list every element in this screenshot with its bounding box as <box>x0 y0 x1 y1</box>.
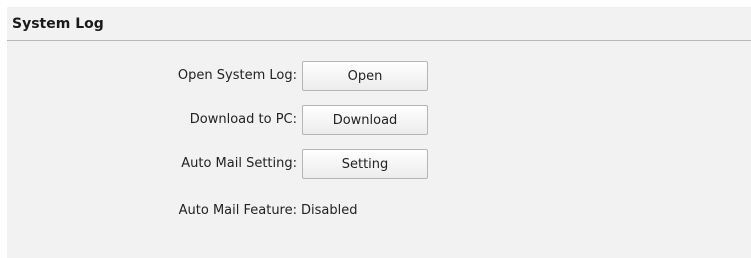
open-button[interactable]: Open <box>302 61 428 91</box>
download-to-pc-row: Download to PC: Download <box>7 105 751 135</box>
auto-mail-setting-label: Auto Mail Setting: <box>181 156 297 171</box>
setting-button[interactable]: Setting <box>302 149 428 179</box>
auto-mail-feature-row: Auto Mail Feature: Disabled <box>7 196 751 226</box>
auto-mail-feature-label: Auto Mail Feature: <box>178 203 297 218</box>
open-system-log-row: Open System Log: Open <box>7 61 751 91</box>
system-log-panel: System Log Open System Log: Open Downloa… <box>7 7 751 258</box>
auto-mail-setting-row: Auto Mail Setting: Setting <box>7 149 751 179</box>
section-title: System Log <box>12 16 104 32</box>
auto-mail-feature-value: Disabled <box>301 203 358 218</box>
download-button[interactable]: Download <box>302 105 428 135</box>
section-header: System Log <box>7 7 751 41</box>
download-to-pc-label: Download to PC: <box>189 112 297 127</box>
open-system-log-label: Open System Log: <box>177 68 297 83</box>
